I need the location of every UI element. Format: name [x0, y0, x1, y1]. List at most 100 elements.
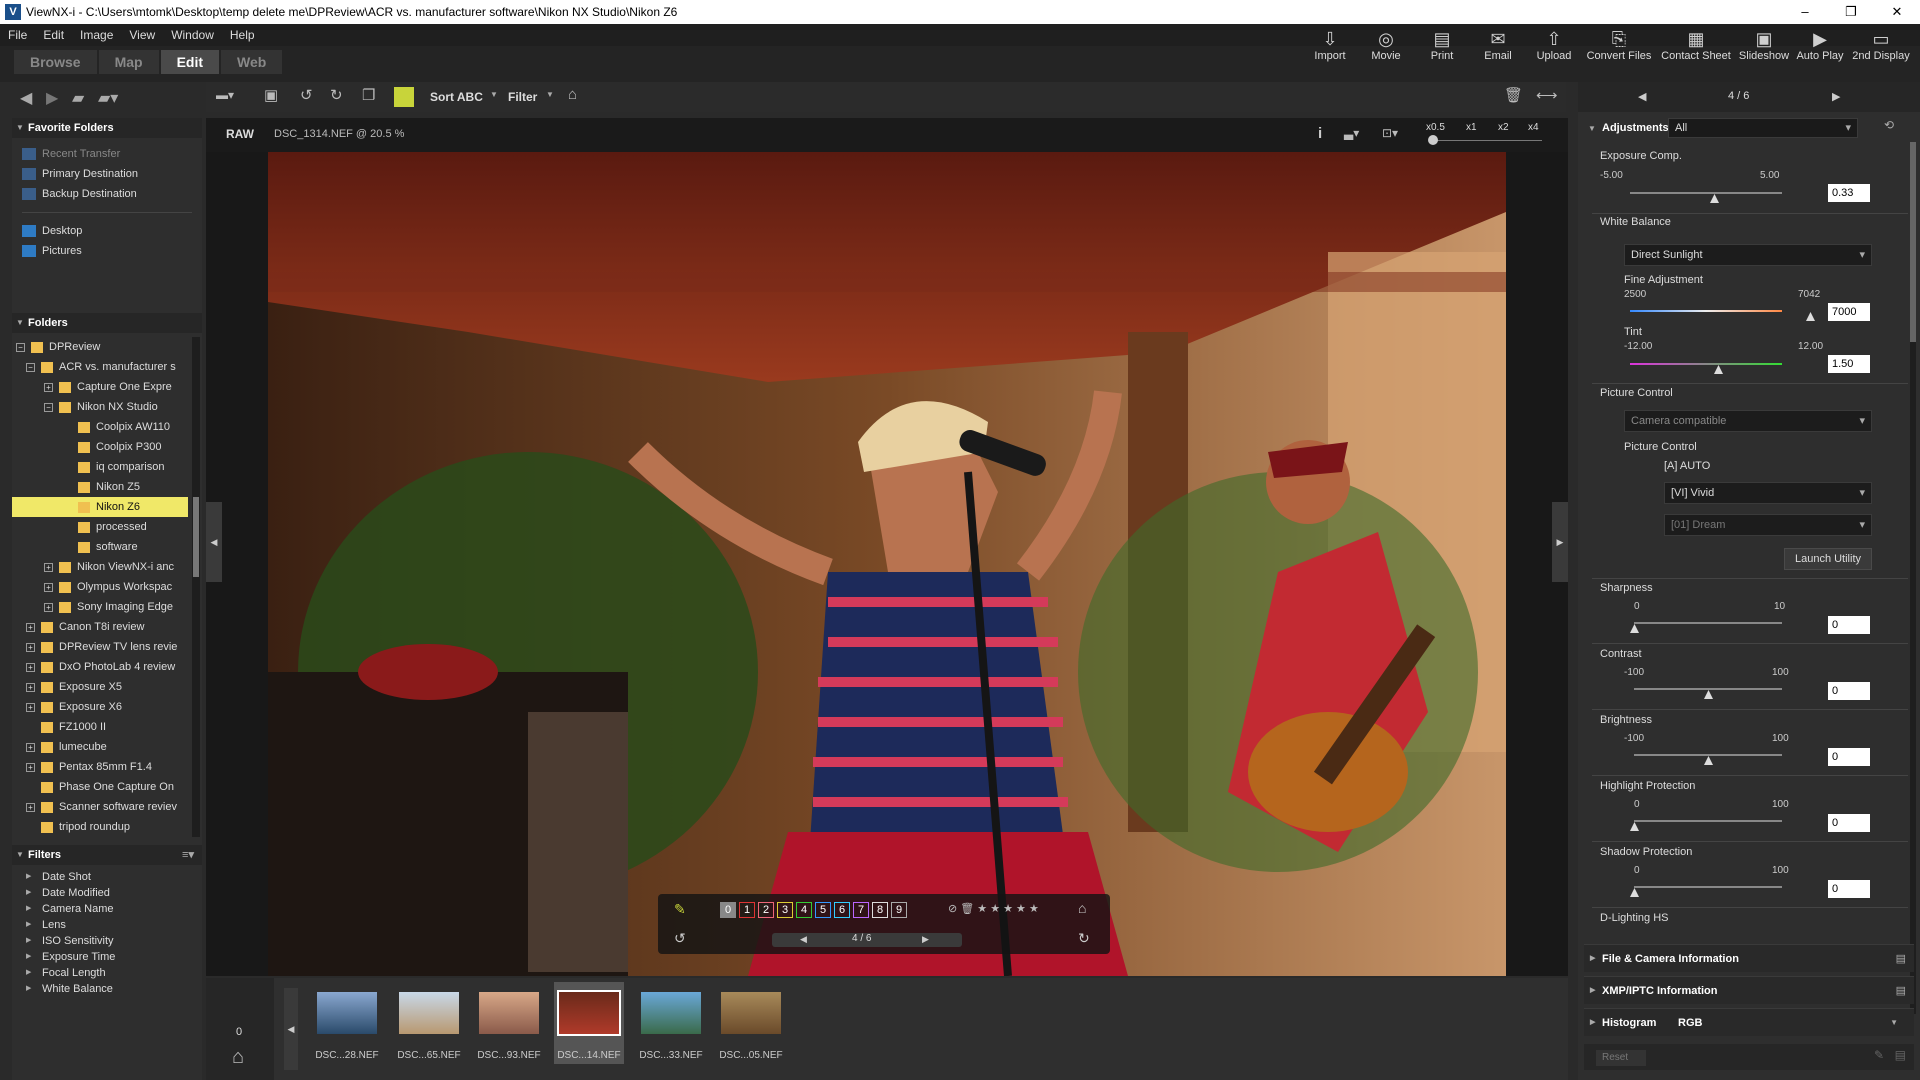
- folder-dxo[interactable]: DxO PhotoLab 4 review: [59, 661, 175, 673]
- contrast-knob[interactable]: [1704, 690, 1713, 699]
- full-screen-icon[interactable]: ▣: [264, 86, 278, 104]
- label-2[interactable]: 2: [758, 902, 774, 918]
- layout-icon[interactable]: ▬▾: [216, 88, 234, 102]
- expand-icon[interactable]: −: [26, 362, 35, 372]
- thumbnail[interactable]: DSC...28.NEF: [312, 992, 382, 1061]
- folder-nikon-nx-studio[interactable]: Nikon NX Studio: [77, 401, 158, 413]
- exposure-value[interactable]: 0.33: [1828, 184, 1870, 202]
- slideshow-button[interactable]: ▣ Slideshow: [1736, 28, 1792, 74]
- filter-iso[interactable]: ISO Sensitivity: [12, 933, 202, 949]
- folder-dpreview-tv[interactable]: DPReview TV lens revie: [59, 641, 177, 653]
- compare-icon[interactable]: ❐: [362, 86, 375, 104]
- tint-slider[interactable]: [1630, 363, 1782, 365]
- folders-header[interactable]: Folders: [12, 313, 202, 333]
- star-rating[interactable]: ⊘ 🗑 ★ ★ ★ ★ ★: [948, 902, 1039, 915]
- prev-image-icon[interactable]: ◀: [800, 934, 807, 945]
- folder-canon-t8i[interactable]: Canon T8i review: [59, 621, 144, 633]
- thumbnail[interactable]: DSC...65.NEF: [394, 992, 464, 1061]
- menu-help[interactable]: Help: [222, 24, 263, 46]
- next-photo-icon[interactable]: ▶: [1832, 90, 1840, 103]
- collapse-left-handle[interactable]: ◀: [206, 502, 222, 582]
- minimize-button[interactable]: –: [1782, 0, 1828, 24]
- right-scrollbar[interactable]: [1910, 142, 1916, 1014]
- menu-image[interactable]: Image: [72, 24, 121, 46]
- filmstrip-prev[interactable]: ◀: [284, 988, 298, 1070]
- folder-nikon-z5[interactable]: Nikon Z5: [96, 481, 140, 493]
- label-8[interactable]: 8: [872, 902, 888, 918]
- folder-exposure-x5[interactable]: Exposure X5: [59, 681, 122, 693]
- folder-scrollbar[interactable]: [192, 337, 200, 837]
- zoom-half[interactable]: x0.5: [1426, 122, 1445, 133]
- folder-sony[interactable]: Sony Imaging Edge: [77, 601, 173, 613]
- forward-icon[interactable]: ▶: [46, 88, 58, 108]
- shadow-knob[interactable]: [1630, 888, 1639, 897]
- folder-lumecube[interactable]: lumecube: [59, 741, 107, 753]
- folder-pentax[interactable]: Pentax 85mm F1.4: [59, 761, 152, 773]
- adjustments-filter-select[interactable]: All: [1668, 118, 1858, 138]
- expand-icon[interactable]: +: [26, 762, 35, 772]
- expand-icon[interactable]: −: [16, 342, 25, 352]
- filters-header[interactable]: Filters ≡▾: [12, 845, 202, 865]
- thumbnail[interactable]: DSC...93.NEF: [474, 992, 544, 1061]
- folder-processed[interactable]: processed: [96, 521, 147, 533]
- back-icon[interactable]: ◀: [20, 88, 32, 108]
- brightness-slider[interactable]: [1634, 754, 1782, 756]
- fav-pictures[interactable]: Pictures: [12, 241, 202, 261]
- wb-slider[interactable]: [1630, 310, 1782, 312]
- reset-button[interactable]: Reset: [1596, 1050, 1646, 1066]
- label-1[interactable]: 1: [739, 902, 755, 918]
- highlight-value[interactable]: 0: [1828, 814, 1870, 832]
- file-camera-info-section[interactable]: File & Camera Information ▤: [1584, 944, 1914, 973]
- eraser-overlay-icon[interactable]: ⌂: [1078, 900, 1086, 916]
- email-button[interactable]: ✉ Email: [1470, 28, 1526, 74]
- highlight-slider[interactable]: [1634, 820, 1782, 822]
- exposure-slider[interactable]: [1630, 192, 1782, 194]
- rotate-right-overlay-icon[interactable]: ↻: [1078, 930, 1090, 947]
- pc-mode-select[interactable]: Camera compatible: [1624, 410, 1872, 432]
- rotate-left-icon[interactable]: ↺: [300, 86, 313, 104]
- histogram-toggle-icon[interactable]: ▃▾: [1344, 126, 1359, 140]
- convert-files-button[interactable]: ⎘ Convert Files: [1582, 28, 1656, 74]
- exposure-knob[interactable]: [1710, 194, 1719, 203]
- wb-knob[interactable]: [1806, 312, 1815, 321]
- label-7[interactable]: 7: [853, 902, 869, 918]
- rotate-left-overlay-icon[interactable]: ↺: [674, 930, 686, 947]
- folder-nikon-z6[interactable]: Nikon Z6: [96, 501, 140, 513]
- upload-button[interactable]: ⇧ Upload: [1526, 28, 1582, 74]
- shadow-value[interactable]: 0: [1828, 880, 1870, 898]
- zoom-4x[interactable]: x4: [1528, 122, 1539, 133]
- thumbnail[interactable]: DSC...05.NEF: [716, 992, 786, 1061]
- pc-style-select[interactable]: [VI] Vivid: [1664, 482, 1872, 504]
- filter-lens[interactable]: Lens: [12, 917, 202, 933]
- folder-software[interactable]: software: [96, 541, 138, 553]
- brightness-value[interactable]: 0: [1828, 748, 1870, 766]
- xmp-iptc-section[interactable]: XMP/IPTC Information ▤: [1584, 976, 1914, 1005]
- folder-up-icon[interactable]: ▰: [72, 88, 84, 108]
- launch-utility-button[interactable]: Launch Utility: [1784, 548, 1872, 570]
- highlight-toggle-icon[interactable]: [394, 87, 414, 107]
- fav-backup-destination[interactable]: Backup Destination: [12, 184, 202, 204]
- info-icon[interactable]: i: [1318, 125, 1322, 142]
- folder-exposure-x6[interactable]: Exposure X6: [59, 701, 122, 713]
- second-display-button[interactable]: ▭ 2nd Display: [1848, 28, 1914, 74]
- folder-tripod[interactable]: tripod roundup: [59, 821, 130, 833]
- expand-icon[interactable]: +: [26, 622, 35, 632]
- folder-acr[interactable]: ACR vs. manufacturer s: [59, 361, 176, 373]
- expand-icon[interactable]: +: [44, 602, 53, 612]
- sharpness-knob[interactable]: [1630, 624, 1639, 633]
- auto-play-button[interactable]: ▶ Auto Play: [1792, 28, 1848, 74]
- next-image-icon[interactable]: ▶: [922, 934, 929, 945]
- eraser-filmstrip-icon[interactable]: ⌂: [232, 1046, 244, 1069]
- thumbnail[interactable]: DSC...33.NEF: [636, 992, 706, 1061]
- scrollbar-thumb[interactable]: [193, 497, 199, 577]
- zoom-2x[interactable]: x2: [1498, 122, 1509, 133]
- expand-icon[interactable]: +: [26, 802, 35, 812]
- filter-date-modified[interactable]: Date Modified: [12, 885, 202, 901]
- filter-dropdown[interactable]: Filter: [508, 90, 537, 104]
- expand-icon[interactable]: +: [44, 382, 53, 392]
- section-menu-icon[interactable]: ▤: [1896, 945, 1906, 973]
- fav-primary-destination[interactable]: Primary Destination: [12, 164, 202, 184]
- expand-icon[interactable]: +: [26, 742, 35, 752]
- adjustments-collapse-icon[interactable]: ▼: [1588, 124, 1596, 133]
- histogram-section[interactable]: Histogram RGB ▼: [1584, 1008, 1914, 1037]
